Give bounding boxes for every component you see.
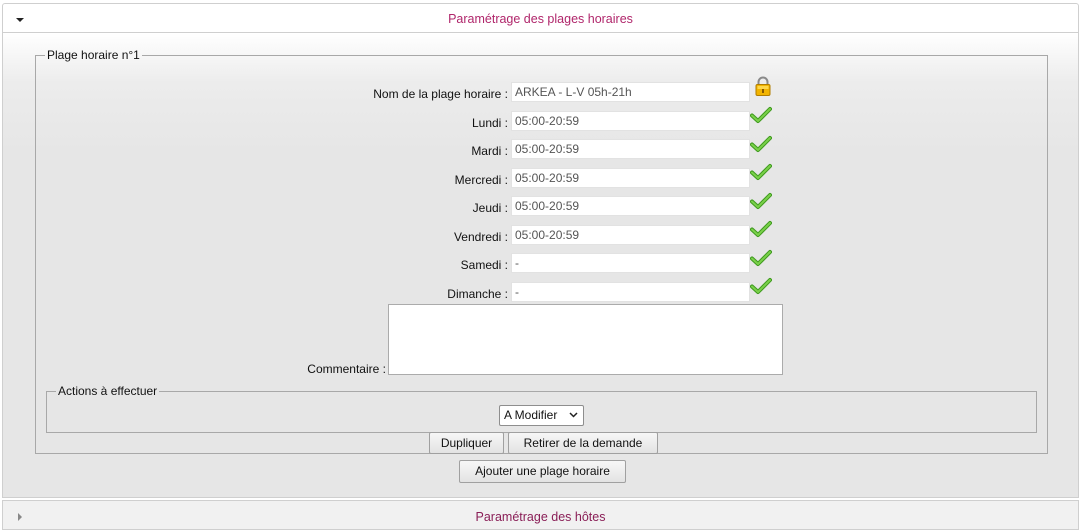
plage-legend: Plage horaire n°1 <box>47 48 140 62</box>
checkmark-icon <box>750 193 772 209</box>
day-label-mardi: Mardi : <box>471 144 508 158</box>
section-header-plages[interactable]: Paramétrage des plages horaires <box>2 3 1079 33</box>
add-plage-button[interactable]: Ajouter une plage horaire <box>459 460 626 483</box>
actions-legend: Actions à effectuer <box>58 384 158 398</box>
comment-label: Commentaire : <box>307 362 386 376</box>
checkmark-icon <box>750 164 772 180</box>
name-label: Nom de la plage horaire : <box>373 87 508 101</box>
padlock-icon <box>755 76 771 96</box>
day-field-samedi[interactable]: - <box>511 253 750 273</box>
day-field-mercredi[interactable]: 05:00-20:59 <box>511 168 750 188</box>
day-field-vendredi[interactable]: 05:00-20:59 <box>511 225 750 245</box>
section-header-hotes[interactable]: Paramétrage des hôtes <box>2 500 1079 530</box>
checkmark-icon <box>750 136 772 152</box>
section-title[interactable]: Paramétrage des plages horaires <box>3 12 1078 26</box>
chevron-down-icon <box>569 412 578 418</box>
day-label-jeudi: Jeudi : <box>472 201 508 215</box>
plage-horaire-fieldset: Plage horaire n°1 Nom de la plage horair… <box>35 48 1048 454</box>
duplicate-button[interactable]: Dupliquer <box>429 432 504 454</box>
day-label-mercredi: Mercredi : <box>454 173 508 187</box>
day-label-lundi: Lundi : <box>471 116 508 130</box>
day-label-samedi: Samedi : <box>460 258 508 272</box>
plage-name-field[interactable]: ARKEA - L-V 05h-21h <box>511 82 750 102</box>
checkmark-icon <box>750 278 772 294</box>
actions-fieldset: Actions à effectuer A Modifier <box>46 384 1037 433</box>
day-label-dimanche: Dimanche : <box>447 287 508 301</box>
day-field-jeudi[interactable]: 05:00-20:59 <box>511 196 750 216</box>
remove-from-request-button[interactable]: Retirer de la demande <box>508 432 658 454</box>
action-select-value: A Modifier <box>504 408 558 422</box>
day-field-lundi[interactable]: 05:00-20:59 <box>511 111 750 131</box>
section-body-plages: Plage horaire n°1 Nom de la plage horair… <box>2 33 1079 498</box>
section-title-hotes[interactable]: Paramétrage des hôtes <box>3 510 1078 524</box>
checkmark-icon <box>750 250 772 266</box>
day-field-mardi[interactable]: 05:00-20:59 <box>511 139 750 159</box>
checkmark-icon <box>750 107 772 123</box>
checkmark-icon <box>750 221 772 237</box>
day-label-vendredi: Vendredi : <box>453 230 508 244</box>
comment-textarea[interactable] <box>388 304 783 375</box>
action-select[interactable]: A Modifier <box>499 405 584 426</box>
day-field-dimanche[interactable]: - <box>511 282 750 302</box>
